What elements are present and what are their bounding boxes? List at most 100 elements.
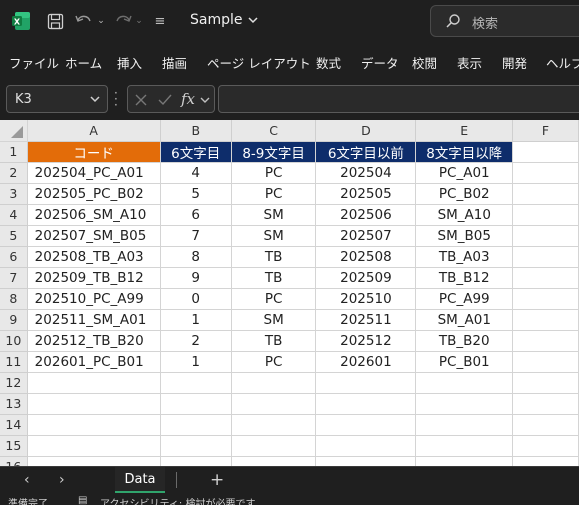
cell[interactable] xyxy=(315,372,417,394)
cell-8-9th-chars[interactable]: PC xyxy=(231,351,317,373)
cell-after-8th[interactable]: SM_B05 xyxy=(415,225,514,247)
row-header[interactable]: 3 xyxy=(0,183,28,205)
cell-code[interactable]: 202508_TB_A03 xyxy=(27,246,161,268)
cell-8-9th-chars[interactable]: SM xyxy=(231,225,317,247)
menu-insert[interactable]: 挿入 xyxy=(117,53,142,72)
cell-6th-char[interactable]: 9 xyxy=(160,267,232,289)
undo-icon[interactable] xyxy=(73,8,95,34)
cell-6th-char[interactable]: 6 xyxy=(160,204,232,226)
cell[interactable] xyxy=(231,393,317,415)
cell[interactable] xyxy=(512,288,579,310)
menu-home[interactable]: ホーム xyxy=(65,53,102,72)
header-cell-after-8th[interactable]: 8文字目以降 xyxy=(415,141,514,163)
cell-before-6th[interactable]: 202509 xyxy=(315,267,417,289)
cell-code[interactable]: 202511_SM_A01 xyxy=(27,309,161,331)
save-icon[interactable] xyxy=(44,8,66,34)
cell-before-6th[interactable]: 202504 xyxy=(315,162,417,184)
menu-data[interactable]: データ xyxy=(361,53,399,72)
cell[interactable] xyxy=(512,162,579,184)
column-header-c[interactable]: C xyxy=(231,120,317,142)
cell[interactable] xyxy=(415,393,514,415)
cell-8-9th-chars[interactable]: TB xyxy=(231,246,317,268)
cell[interactable] xyxy=(512,141,579,163)
cell[interactable] xyxy=(160,435,232,457)
cell-8-9th-chars[interactable]: TB xyxy=(231,330,317,352)
scroll-tabs-right-icon[interactable]: › xyxy=(59,472,65,488)
cell-after-8th[interactable]: PC_B01 xyxy=(415,351,514,373)
cell-after-8th[interactable]: TB_B20 xyxy=(415,330,514,352)
scroll-tabs-left-icon[interactable]: ‹ xyxy=(24,472,30,488)
cell[interactable] xyxy=(512,456,579,466)
worksheet-grid[interactable]: A B C D E F 1 コード 6文字目 8-9文字目 6文字目以前 8文字… xyxy=(0,120,579,466)
header-cell-6th-char[interactable]: 6文字目 xyxy=(160,141,232,163)
cell-code[interactable]: 202505_PC_B02 xyxy=(27,183,161,205)
cell[interactable] xyxy=(27,414,161,436)
cell-6th-char[interactable]: 7 xyxy=(160,225,232,247)
cell-after-8th[interactable]: SM_A10 xyxy=(415,204,514,226)
cancel-icon[interactable] xyxy=(134,93,148,107)
row-header[interactable]: 2 xyxy=(0,162,28,184)
undo-dropdown-icon[interactable]: ⌄ xyxy=(96,8,106,34)
row-header[interactable]: 11 xyxy=(0,351,28,373)
cell-before-6th[interactable]: 202510 xyxy=(315,288,417,310)
cell-8-9th-chars[interactable]: TB xyxy=(231,267,317,289)
select-all-corner[interactable] xyxy=(0,120,28,142)
cell[interactable] xyxy=(231,414,317,436)
cell[interactable] xyxy=(231,372,317,394)
row-header[interactable]: 4 xyxy=(0,204,28,226)
cell-after-8th[interactable]: SM_A01 xyxy=(415,309,514,331)
formula-input[interactable] xyxy=(218,85,579,113)
cell-code[interactable]: 202510_PC_A99 xyxy=(27,288,161,310)
cell[interactable] xyxy=(27,372,161,394)
row-header[interactable]: 8 xyxy=(0,288,28,310)
cell-before-6th[interactable]: 202508 xyxy=(315,246,417,268)
enter-check-icon[interactable] xyxy=(157,93,173,107)
cell[interactable] xyxy=(160,372,232,394)
search-box[interactable]: 検索 xyxy=(430,5,579,37)
cell-6th-char[interactable]: 1 xyxy=(160,351,232,373)
file-title[interactable]: Sample xyxy=(190,12,259,28)
insert-function-icon[interactable]: fx xyxy=(181,90,195,108)
cell-6th-char[interactable]: 1 xyxy=(160,309,232,331)
customize-toolbar-icon[interactable]: ≡ xyxy=(152,8,168,34)
row-header[interactable]: 6 xyxy=(0,246,28,268)
cell[interactable] xyxy=(512,309,579,331)
name-box[interactable]: K3 xyxy=(6,85,108,113)
cell-code[interactable]: 202506_SM_A10 xyxy=(27,204,161,226)
cell-before-6th[interactable]: 202507 xyxy=(315,225,417,247)
cell[interactable] xyxy=(512,330,579,352)
cell[interactable] xyxy=(512,246,579,268)
column-header-f[interactable]: F xyxy=(512,120,579,142)
cell-6th-char[interactable]: 5 xyxy=(160,183,232,205)
redo-icon[interactable] xyxy=(112,8,134,34)
cell[interactable] xyxy=(512,267,579,289)
row-header[interactable]: 5 xyxy=(0,225,28,247)
cell-before-6th[interactable]: 202601 xyxy=(315,351,417,373)
cell[interactable] xyxy=(512,204,579,226)
cell[interactable] xyxy=(231,456,317,466)
menu-review[interactable]: 校閲 xyxy=(412,53,437,72)
row-header[interactable]: 13 xyxy=(0,393,28,415)
cell[interactable] xyxy=(512,435,579,457)
menu-formulas[interactable]: 数式 xyxy=(316,53,341,72)
column-header-a[interactable]: A xyxy=(27,120,161,142)
cell[interactable] xyxy=(415,372,514,394)
cell-code[interactable]: 202512_TB_B20 xyxy=(27,330,161,352)
menu-view[interactable]: 表示 xyxy=(457,53,482,72)
chevron-down-icon[interactable] xyxy=(199,93,211,107)
column-header-b[interactable]: B xyxy=(160,120,232,142)
cell-6th-char[interactable]: 4 xyxy=(160,162,232,184)
cell-6th-char[interactable]: 8 xyxy=(160,246,232,268)
row-header[interactable]: 14 xyxy=(0,414,28,436)
row-header[interactable]: 16 xyxy=(0,456,28,466)
cell-8-9th-chars[interactable]: PC xyxy=(231,162,317,184)
menu-file[interactable]: ファイル xyxy=(9,53,59,72)
cell-code[interactable]: 202504_PC_A01 xyxy=(27,162,161,184)
redo-dropdown-icon[interactable]: ⌄ xyxy=(134,8,144,34)
more-options-icon[interactable]: · · · xyxy=(114,87,118,111)
cell-after-8th[interactable]: TB_B12 xyxy=(415,267,514,289)
accessibility-status[interactable]: アクセシビリティ: 検討が必要です xyxy=(100,495,255,505)
cell[interactable] xyxy=(315,456,417,466)
cell[interactable] xyxy=(415,456,514,466)
cell[interactable] xyxy=(27,393,161,415)
